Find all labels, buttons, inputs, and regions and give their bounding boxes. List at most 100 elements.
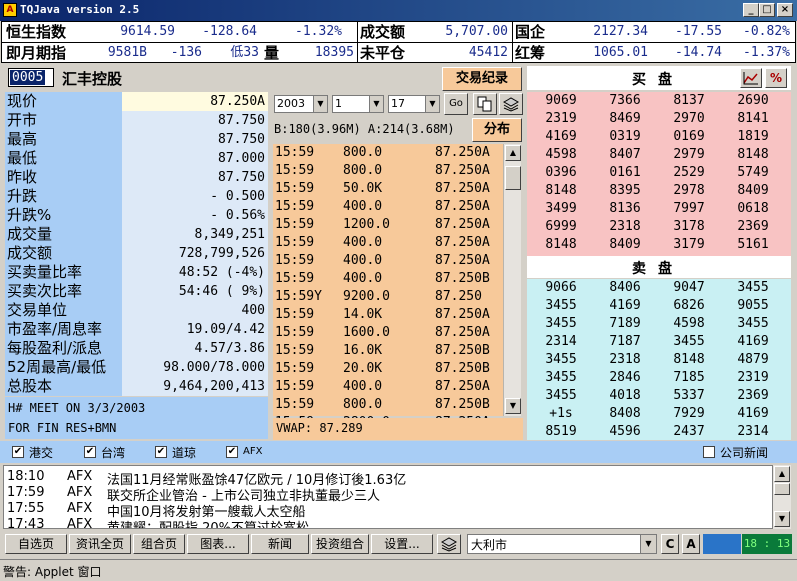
scroll-down-icon[interactable]: ▼ — [774, 511, 790, 527]
ask-row: 3455 2318 8148 4879 — [527, 351, 791, 369]
trade-vol: 1600.0 — [343, 325, 390, 340]
broker-code: 7997 — [673, 201, 705, 216]
quote-label: 最高 — [5, 130, 122, 149]
news-item[interactable]: 17:59 AFX 联交所企业管治 - 上市公司独立非执董最少三人 — [7, 485, 767, 504]
scroll-thumb[interactable] — [505, 166, 521, 190]
trade-vol: 400.0 — [343, 199, 383, 214]
broker-code: 3455 — [545, 298, 577, 313]
minimize-button[interactable]: _ — [743, 3, 759, 17]
news-scrollbar[interactable]: ▲ ▼ — [773, 465, 791, 529]
quote-value: 400 — [122, 301, 268, 320]
ticker-change: -136 — [170, 45, 202, 60]
percent-button[interactable]: % — [765, 68, 787, 88]
trade-log-button[interactable]: 交易纪录 — [442, 67, 522, 91]
settings-button[interactable]: 设置... — [371, 534, 433, 554]
watchlist-page-button[interactable]: 自选页 — [5, 534, 67, 554]
ask-row: 8519 4596 2437 2314 — [527, 423, 791, 441]
quote-label: 昨收 — [5, 168, 122, 187]
news-headline: 黄建耀：配股指 20%不算过於宽松 — [107, 521, 310, 529]
trade-row: 15:59 14.0K 87.250A — [273, 306, 503, 324]
info-page-button[interactable]: 资讯全页 — [69, 534, 131, 554]
trade-time: 15:59 — [275, 343, 315, 358]
news-item[interactable]: 17:55 AFX 中国10月将发射第一艘载人太空船 — [7, 501, 767, 520]
copy-button[interactable] — [473, 93, 497, 115]
trade-row: 15:59 400.0 87.250A — [273, 252, 503, 270]
news-item[interactable]: 18:10 AFX 法国11月经常账盈馀47亿欧元 / 10月修订後1.63亿 — [7, 469, 767, 488]
checkbox-company-news[interactable] — [703, 446, 715, 458]
quote-value: 87.750 — [122, 168, 268, 187]
ticker-change: -17.55 — [675, 24, 722, 39]
trade-price: 87.250A — [435, 307, 490, 322]
market-select[interactable]: 大利市 ▼ — [467, 534, 657, 554]
quote-value: - 0.500 — [122, 187, 268, 206]
go-button[interactable]: Go — [444, 93, 468, 115]
news-item[interactable]: 17:43 AFX 黄建耀：配股指 20%不算过於宽松 — [7, 517, 767, 529]
stack-icon — [440, 537, 458, 552]
broker-code: 4169 — [609, 298, 641, 313]
news-src: AFX — [67, 485, 93, 500]
quote-value: 87.750 — [122, 130, 268, 149]
broker-code: 7185 — [673, 370, 705, 385]
trade-row: 15:59 400.0 87.250A — [273, 378, 503, 396]
quote-label: 成交量 — [5, 225, 122, 244]
trade-row: 15:59 16.0K 87.250B — [273, 342, 503, 360]
month-select[interactable]: 1 ▼ — [332, 95, 384, 113]
checkbox-taiwan[interactable]: ✔ — [84, 446, 96, 458]
trade-scrollbar[interactable]: ▲ ▼ — [503, 144, 521, 416]
quote-value: 54:46 ( 9%) — [122, 282, 268, 301]
checkbox-hkex[interactable]: ✔ — [12, 446, 24, 458]
close-button[interactable]: × — [777, 3, 793, 17]
scroll-thumb[interactable] — [774, 483, 790, 495]
vwap-value: VWAP: 87.289 — [276, 421, 363, 435]
trade-vol: 9200.0 — [343, 289, 390, 304]
checkbox-afx[interactable]: ✔ — [226, 446, 238, 458]
ask-queue: 9066 8406 9047 3455 3455 4169 6826 9055 3455 7189… — [527, 279, 791, 457]
stock-code-input[interactable]: 0005 — [8, 68, 54, 87]
broker-code: 3455 — [673, 334, 705, 349]
c-button[interactable]: C — [661, 534, 679, 554]
distribution-button[interactable]: 分布 — [472, 118, 522, 142]
scroll-up-icon[interactable]: ▲ — [774, 466, 790, 482]
investment-portfolio-button[interactable]: 投资组合 — [311, 534, 369, 554]
trade-vol: 800.0 — [343, 145, 383, 160]
trade-list: 15:59 800.0 87.250A 15:59 800.0 87.250A 15:59 5… — [273, 144, 503, 430]
chart-button[interactable] — [740, 68, 762, 88]
news-source-filter: ✔ 港交 ✔ 台湾 ✔ 道琼 ✔ AFX 公司新闻 — [0, 441, 797, 463]
maximize-button[interactable]: □ — [759, 3, 775, 17]
ticker-value: 5,707.00 — [445, 24, 508, 39]
year-select[interactable]: 2003 ▼ — [274, 95, 328, 113]
quote-label: 现价 — [5, 92, 122, 111]
broker-code: 3178 — [673, 219, 705, 234]
broker-code: 9069 — [545, 93, 577, 108]
day-select[interactable]: 17 ▼ — [388, 95, 440, 113]
ticker-name: 量 — [264, 44, 280, 62]
charts-button[interactable]: 图表... — [187, 534, 249, 554]
trade-row: 15:59 800.0 87.250A — [273, 162, 503, 180]
percent-icon: % — [769, 71, 783, 85]
news-button[interactable]: 新闻 — [251, 534, 309, 554]
quote-row: 最低 87.000 — [5, 149, 268, 168]
broker-code: 0169 — [673, 129, 705, 144]
ticker-value: 45412 — [468, 45, 508, 60]
trade-row: 15:59 800.0 87.250A — [273, 144, 503, 162]
ticker-name: 即月期指 — [6, 44, 67, 62]
scroll-up-icon[interactable]: ▲ — [505, 145, 521, 161]
quote-value: 4.57/3.86 — [122, 339, 268, 358]
broker-code: 2369 — [737, 388, 769, 403]
quote-label: 总股本 — [5, 377, 122, 396]
broker-code: 3455 — [545, 370, 577, 385]
portfolio-page-button[interactable]: 组合页 — [133, 534, 185, 554]
database-button[interactable] — [499, 93, 523, 115]
quote-label: 市盈率/周息率 — [5, 320, 122, 339]
broker-code: 8519 — [545, 424, 577, 439]
broker-code: 2529 — [673, 165, 705, 180]
checkbox-dowjones[interactable]: ✔ — [155, 446, 167, 458]
chevron-down-icon: ▼ — [425, 96, 439, 112]
stack-button[interactable] — [437, 534, 461, 554]
scroll-down-icon[interactable]: ▼ — [505, 398, 521, 414]
ticker-change: -128.64 — [202, 24, 257, 39]
checkbox-label: 港交 — [29, 446, 54, 460]
a-button[interactable]: A — [682, 534, 700, 554]
quote-row: 买卖次比率 54:46 ( 9%) — [5, 282, 268, 301]
quote-label: 升跌 — [5, 187, 122, 206]
